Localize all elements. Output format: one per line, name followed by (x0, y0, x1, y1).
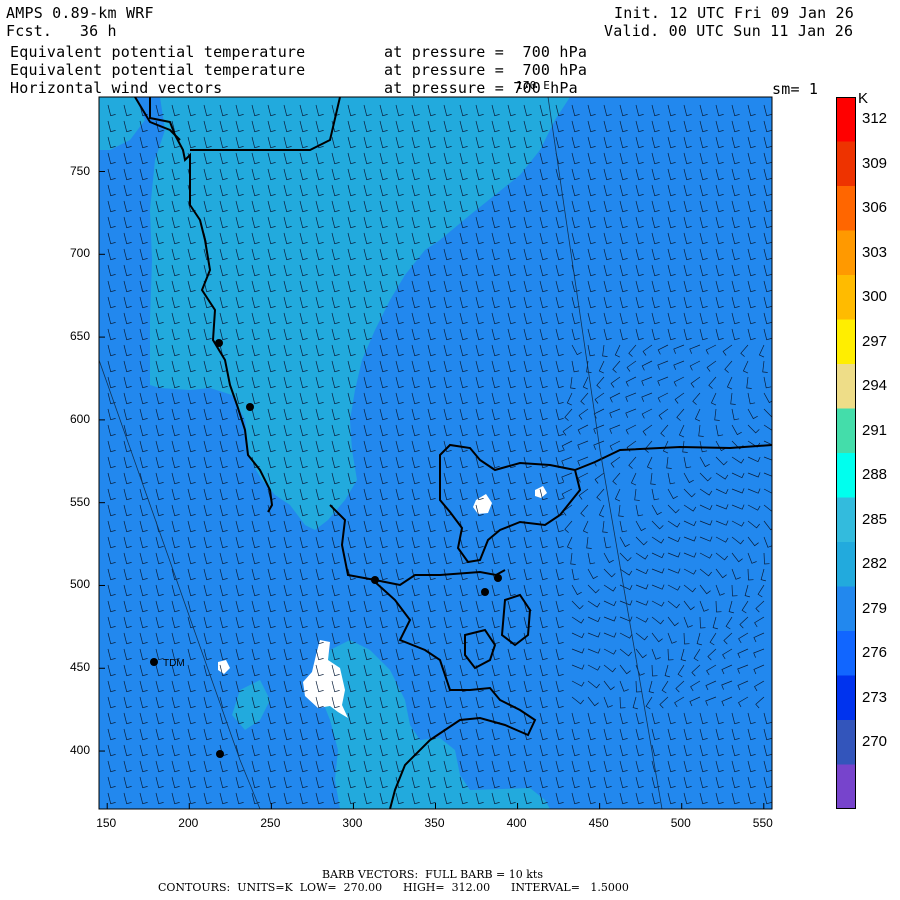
y-tick-label: 700 (70, 246, 91, 261)
x-tick-label: 400 (506, 816, 527, 830)
colorbar-label: 303 (862, 243, 888, 261)
y-tick-label: 500 (70, 577, 91, 592)
colorbar-swatch (836, 230, 856, 276)
station-label-tdm: TDM (163, 658, 185, 669)
colorbar-swatch (836, 453, 856, 498)
x-tick-label: 250 (260, 816, 281, 830)
colorbar-label: 276 (862, 644, 888, 662)
station-dot (215, 339, 223, 347)
colorbar-swatch (836, 408, 856, 454)
colorbar-swatch (836, 497, 856, 543)
station-dot (150, 658, 158, 666)
colorbar-label: 300 (862, 288, 888, 306)
y-tick-label: 750 (70, 163, 91, 178)
colorbar-label: 291 (862, 421, 888, 439)
x-tick-label: 300 (342, 816, 363, 830)
colorbar-swatch (836, 364, 856, 409)
station-dot (216, 750, 224, 758)
x-tick-label: 550 (752, 816, 773, 830)
colorbar (836, 97, 856, 809)
y-tick-label: 400 (70, 743, 91, 758)
colorbar-label: 273 (862, 688, 888, 706)
colorbar-label: 270 (862, 733, 888, 751)
y-tick-label: 450 (70, 660, 91, 675)
colorbar-label: 282 (862, 555, 888, 573)
x-tick-label: 450 (588, 816, 609, 830)
colorbar-swatch (836, 675, 856, 721)
y-tick-label: 550 (70, 494, 91, 509)
x-tick-label: 150 (96, 816, 117, 830)
colorbar-swatch (836, 586, 856, 632)
colorbar-swatch (836, 141, 856, 187)
station-dot (246, 403, 254, 411)
colorbar-swatch (836, 97, 856, 142)
station-dot (481, 588, 489, 596)
station-dot (494, 574, 502, 582)
colorbar-label: 279 (862, 599, 888, 617)
colorbar-unit: K (858, 90, 869, 107)
colorbar-swatch (836, 720, 856, 765)
x-tick-label: 200 (178, 816, 199, 830)
colorbar-label: 297 (862, 332, 888, 350)
x-tick-label: 500 (670, 816, 691, 830)
colorbar-swatch (836, 542, 856, 587)
station-dot (371, 576, 379, 584)
colorbar-swatch (836, 631, 856, 676)
x-tick-label: 350 (424, 816, 445, 830)
contour-legend: CONTOURS: UNITS=K LOW= 270.00 HIGH= 312.… (158, 881, 629, 894)
colorbar-label: 309 (862, 154, 888, 172)
colorbar-label: 312 (862, 110, 888, 128)
y-tick-label: 650 (70, 329, 91, 344)
colorbar-swatch (836, 764, 856, 809)
map-panel: TDM (98, 96, 773, 810)
colorbar-swatch (836, 319, 856, 365)
y-tick-label: 600 (70, 411, 91, 426)
barb-legend: BARB VECTORS: FULL BARB = 10 kts (322, 868, 543, 881)
colorbar-swatch (836, 275, 856, 320)
colorbar-label: 288 (862, 466, 888, 484)
colorbar-swatch (836, 186, 856, 231)
colorbar-label: 306 (862, 199, 888, 217)
colorbar-label: 285 (862, 510, 888, 528)
colorbar-label: 294 (862, 377, 888, 395)
